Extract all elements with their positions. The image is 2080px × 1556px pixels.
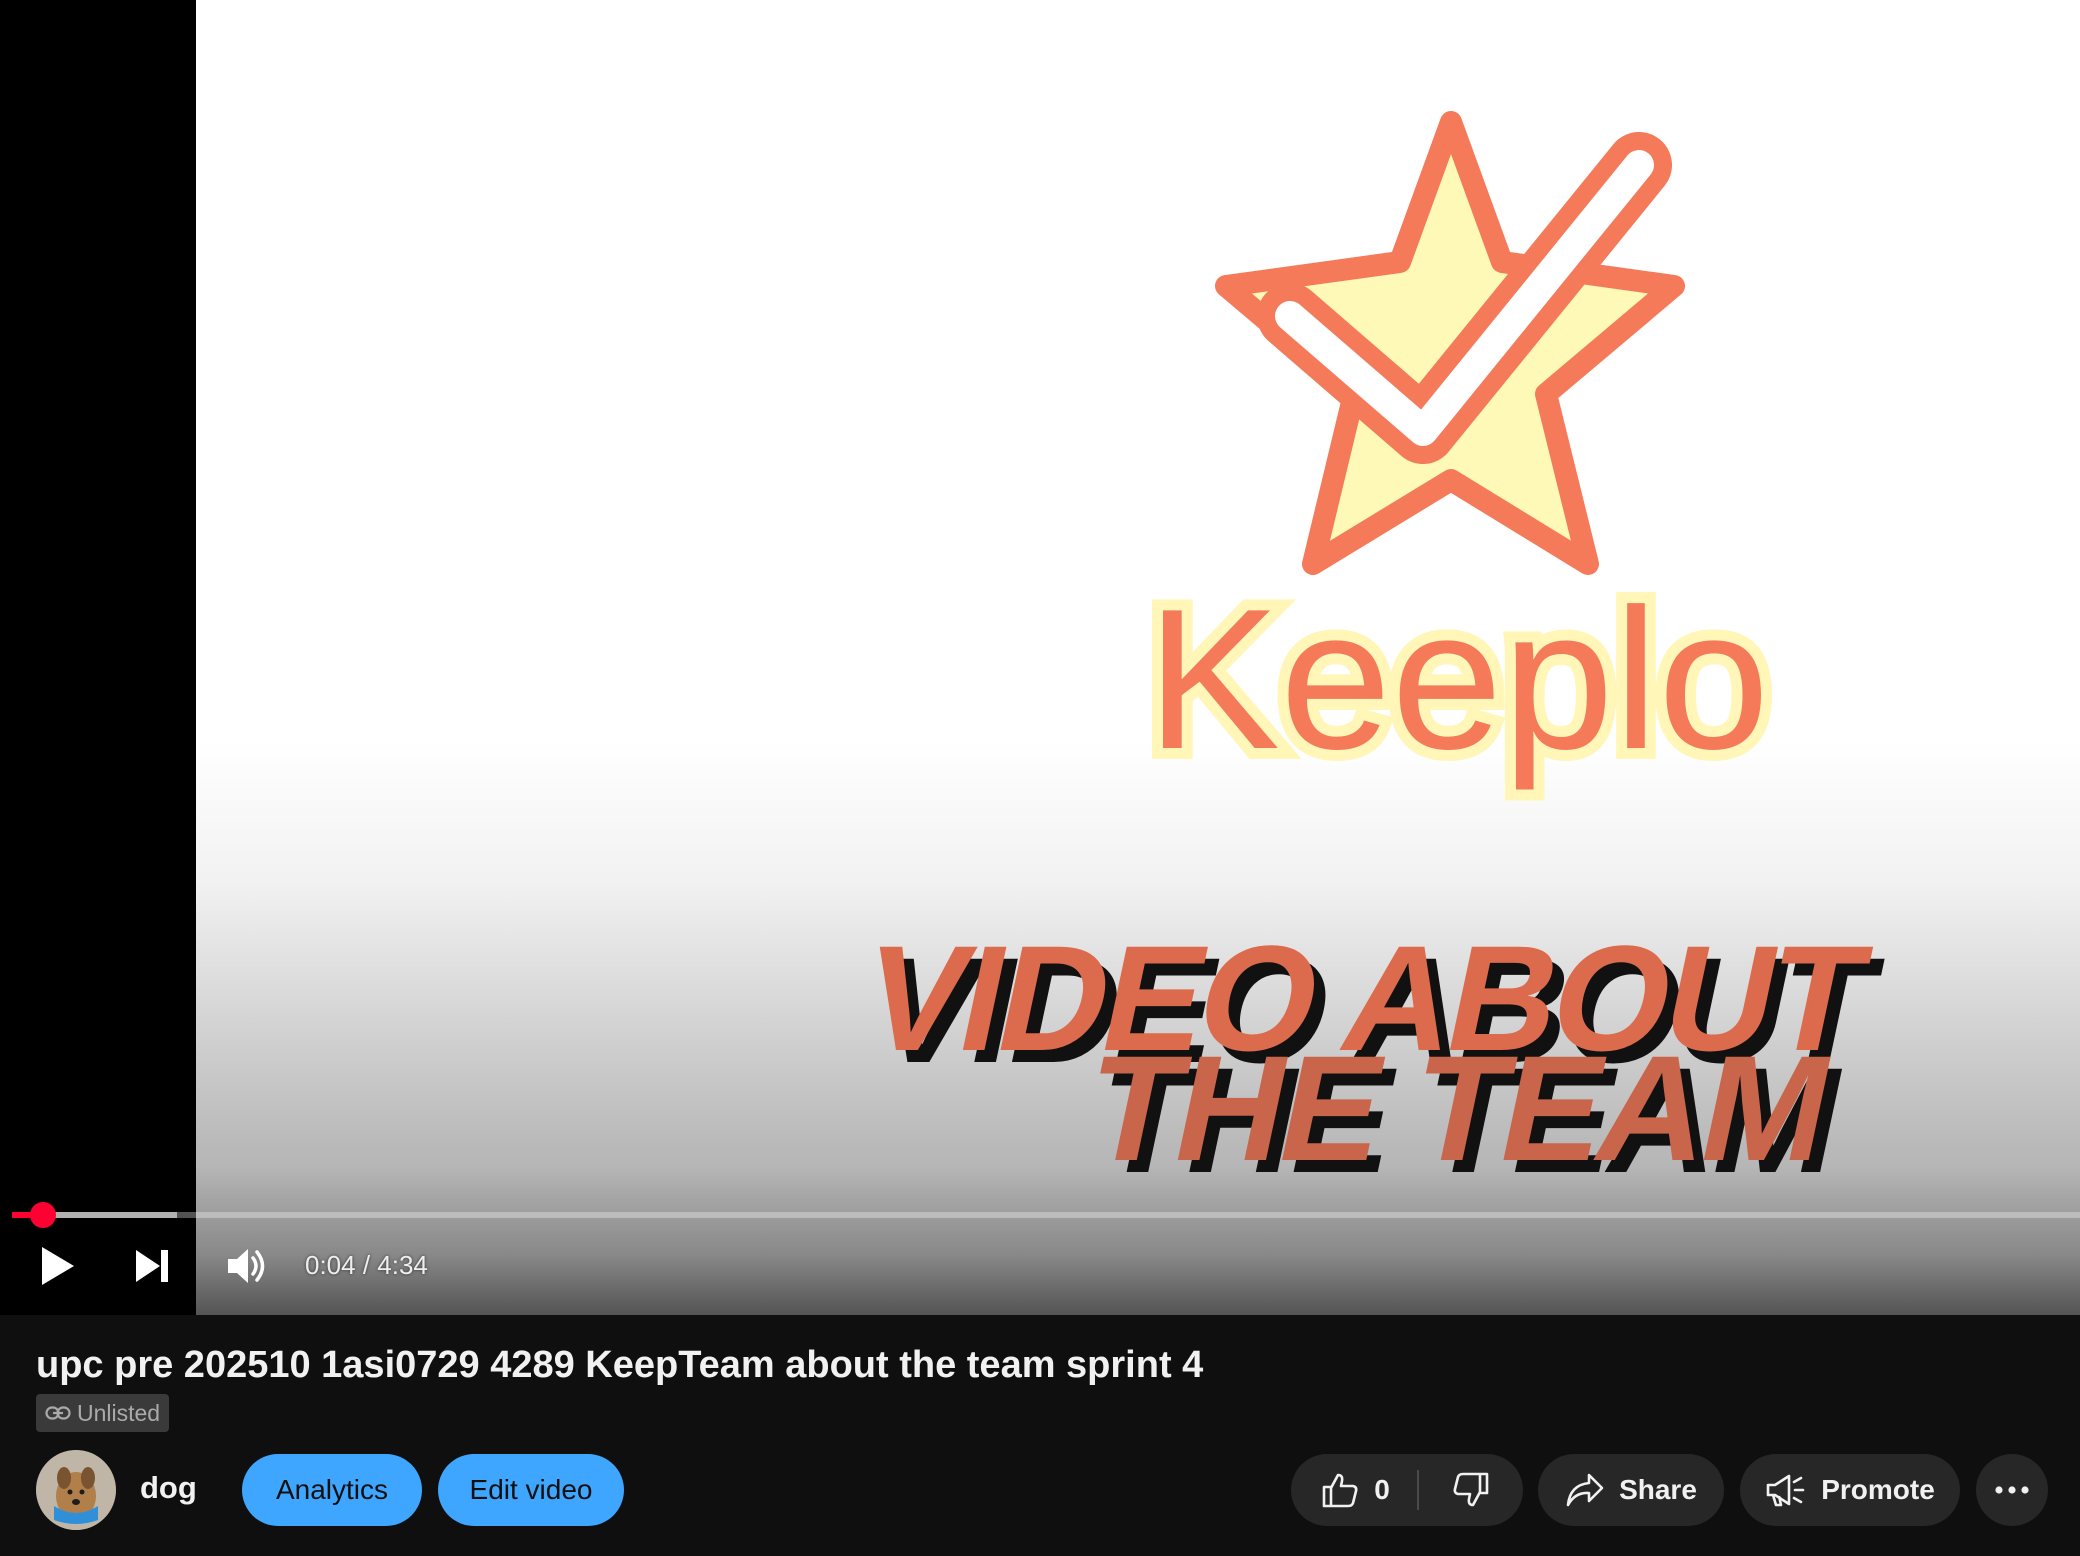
megaphone-icon [1766,1474,1805,1507]
visibility-label: Unlisted [77,1399,161,1426]
promote-label: Promote [1821,1474,1935,1505]
player-controls: 0:04 / 4:34 [0,1236,2080,1296]
analytics-label: Analytics [275,1474,389,1505]
volume-icon [228,1249,265,1283]
next-icon [136,1250,168,1282]
analytics-button[interactable]: Analytics [242,1454,422,1526]
visibility-badge: Unlisted [36,1394,170,1432]
channel-name[interactable]: dog [140,1470,197,1506]
more-actions-button[interactable] [1976,1454,2048,1526]
more-horizontal-icon [1995,1486,2029,1494]
dislike-button[interactable] [1421,1454,1521,1526]
like-button[interactable]: 0 [1291,1454,1419,1526]
share-arrow-icon [1566,1473,1604,1507]
video-player[interactable]: Keeplo VIDEO ABOUT VIDEO ABOUT THE TEAM … [0,0,2080,1315]
video-title: upc pre 202510 1asi0729 4289 KeepTeam ab… [36,1344,1204,1386]
dog-avatar [36,1450,116,1530]
like-divider [1417,1470,1419,1510]
play-button[interactable] [28,1236,88,1296]
share-button[interactable]: Share [1538,1454,1724,1526]
logo-text: Keeplo [1147,568,1770,791]
keeplo-thumbnail: Keeplo VIDEO ABOUT VIDEO ABOUT THE TEAM … [850,111,1892,1205]
volume-button[interactable] [216,1236,276,1296]
video-frame[interactable]: Keeplo VIDEO ABOUT VIDEO ABOUT THE TEAM … [196,0,2080,1315]
channel-avatar[interactable] [36,1450,116,1530]
progress-scrubber[interactable] [30,1202,57,1228]
edit-video-button[interactable]: Edit video [438,1454,624,1526]
progress-bar[interactable] [12,1202,2080,1228]
link-icon [45,1406,71,1420]
promote-button[interactable]: Promote [1740,1454,1960,1526]
thumbs-down-icon [1453,1472,1489,1507]
edit-video-label: Edit video [469,1474,593,1505]
play-icon [42,1247,74,1285]
like-dislike-group: 0 [1291,1454,1523,1526]
share-label: Share [1619,1474,1697,1505]
time-display: 0:04 / 4:34 [305,1250,428,1280]
next-button[interactable] [122,1236,182,1296]
thumbs-up-icon [1322,1473,1358,1508]
like-count: 0 [1374,1474,1390,1505]
